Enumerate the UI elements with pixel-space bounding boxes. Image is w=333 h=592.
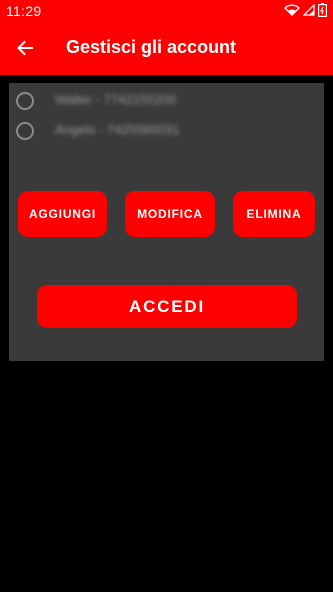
radio-button[interactable] [16, 92, 34, 110]
arrow-left-icon [16, 39, 34, 62]
status-time: 11:29 [6, 3, 42, 19]
status-bar: 11:29 [0, 0, 333, 24]
account-label: Walter - 7742155200 [55, 92, 176, 107]
app-bar: Gestisci gli account [0, 24, 333, 75]
account-option-1[interactable]: Walter - 7742155200 [9, 86, 324, 114]
login-button[interactable]: ACCEDI [37, 285, 297, 328]
account-option-2[interactable]: Angelo - 7425580031 [9, 116, 324, 144]
account-label: Angelo - 7425580031 [55, 122, 180, 137]
battery-icon [318, 2, 328, 22]
radio-button[interactable] [16, 122, 34, 140]
wifi-icon [284, 3, 300, 21]
edit-button[interactable]: MODIFICA [125, 191, 215, 237]
back-button[interactable] [10, 35, 40, 65]
page-title: Gestisci gli account [66, 37, 237, 57]
status-icons [284, 2, 328, 22]
signal-icon [302, 3, 315, 21]
delete-button[interactable]: ELIMINA [233, 191, 315, 237]
add-button[interactable]: AGGIUNGI [18, 191, 107, 237]
